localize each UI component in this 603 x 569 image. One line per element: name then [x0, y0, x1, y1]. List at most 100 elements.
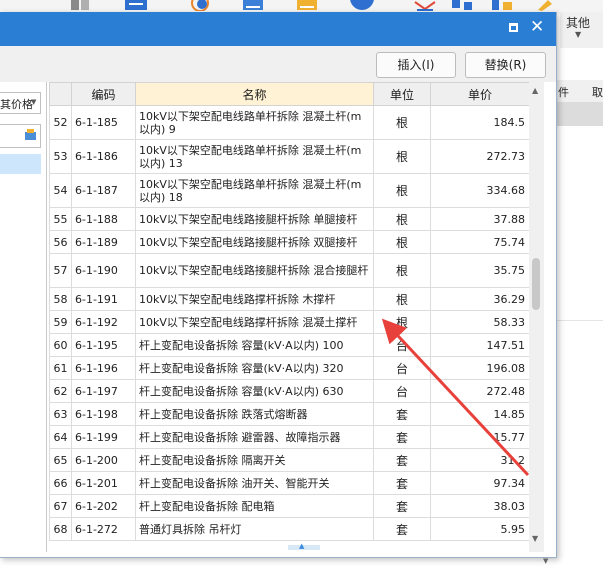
code-cell[interactable]: 6-1-201 — [71, 471, 136, 495]
close-icon[interactable]: ✕ — [530, 17, 544, 37]
unit-cell[interactable]: 套 — [373, 471, 431, 495]
code-cell[interactable]: 6-1-196 — [71, 356, 136, 380]
price-cell[interactable]: 35.75 — [430, 253, 530, 288]
toolbar-icon-6[interactable] — [348, 0, 376, 11]
row-index-cell[interactable]: 61 — [49, 356, 72, 380]
table-row[interactable]: 52 6-1-185 10kV以下架空配电线路单杆拆除 混凝土杆(m以内) 9 根 18… — [49, 105, 530, 140]
code-cell[interactable]: 6-1-197 — [71, 379, 136, 403]
toolbar-icon-9[interactable] — [490, 0, 516, 11]
price-cell[interactable]: 272.48 — [430, 379, 530, 403]
price-cell[interactable]: 36.29 — [430, 287, 530, 311]
unit-cell[interactable]: 根 — [373, 173, 431, 208]
dialog-titlebar[interactable]: ✕ — [0, 12, 556, 46]
code-cell[interactable]: 6-1-198 — [71, 402, 136, 426]
code-cell[interactable]: 6-1-200 — [71, 448, 136, 472]
unit-cell[interactable]: 台 — [373, 379, 431, 403]
name-cell[interactable]: 杆上变配电设备拆除 容量(kV·A以内) 320 — [135, 356, 374, 380]
scrollbar-thumb[interactable] — [532, 258, 540, 310]
name-cell[interactable]: 10kV以下架空配电线路接腿杆拆除 混合接腿杆 — [135, 253, 374, 288]
row-index-cell[interactable]: 66 — [49, 471, 72, 495]
code-cell[interactable]: 6-1-202 — [71, 494, 136, 518]
row-index-cell[interactable]: 63 — [49, 402, 72, 426]
insert-button[interactable]: 插入(I) — [376, 52, 456, 78]
name-cell[interactable]: 10kV以下架空配电线路单杆拆除 混凝土杆(m以内) 13 — [135, 139, 374, 174]
toolbar-icon-10[interactable] — [534, 0, 556, 11]
row-index-cell[interactable]: 52 — [49, 105, 72, 140]
name-cell[interactable]: 杆上变配电设备拆除 隔离开关 — [135, 448, 374, 472]
price-cell[interactable]: 334.68 — [430, 173, 530, 208]
unit-cell[interactable]: 套 — [373, 517, 431, 541]
unit-cell[interactable]: 台 — [373, 333, 431, 357]
tree-selected-node[interactable] — [0, 154, 41, 174]
price-cell[interactable]: 75.74 — [430, 230, 530, 254]
table-row[interactable]: 58 6-1-191 10kV以下架空配电线路撑杆拆除 木撑杆根 36.29 — [49, 287, 530, 311]
row-index-cell[interactable]: 67 — [49, 494, 72, 518]
toolbar-icon-3[interactable] — [188, 0, 212, 11]
price-cell[interactable]: 5.95 — [430, 517, 530, 541]
table-row[interactable]: 57 6-1-190 10kV以下架空配电线路接腿杆拆除 混合接腿杆根 35.75 — [49, 253, 530, 288]
name-cell[interactable]: 普通灯具拆除 吊杆灯 — [135, 517, 374, 541]
unit-cell[interactable]: 根 — [373, 139, 431, 174]
toolbar-icon-2[interactable] — [124, 0, 148, 11]
toolbar-icon-7[interactable] — [413, 0, 439, 11]
code-cell[interactable]: 6-1-189 — [71, 230, 136, 254]
maximize-icon[interactable] — [509, 23, 518, 32]
scroll-up-icon[interactable]: ▲ — [532, 86, 538, 95]
name-cell[interactable]: 杆上变配电设备拆除 容量(kV·A以内) 100 — [135, 333, 374, 357]
name-cell[interactable]: 杆上变配电设备拆除 跌落式熔断器 — [135, 402, 374, 426]
name-cell[interactable]: 杆上变配电设备拆除 容量(kV·A以内) 630 — [135, 379, 374, 403]
unit-cell[interactable]: 根 — [373, 105, 431, 140]
code-cell[interactable]: 6-1-187 — [71, 173, 136, 208]
table-row[interactable]: 55 6-1-188 10kV以下架空配电线路接腿杆拆除 单腿接杆根 37.88 — [49, 207, 530, 231]
column-header-code[interactable]: 编码 — [71, 82, 136, 106]
row-index-cell[interactable]: 68 — [49, 517, 72, 541]
price-cell[interactable]: 14.85 — [430, 402, 530, 426]
column-header-name[interactable]: 名称 — [135, 82, 374, 106]
price-cell[interactable]: 97.34 — [430, 471, 530, 495]
price-cell[interactable]: 147.51 — [430, 333, 530, 357]
splitter-handle[interactable]: ▲ — [288, 542, 320, 550]
name-cell[interactable]: 10kV以下架空配电线路接腿杆拆除 双腿接杆 — [135, 230, 374, 254]
row-index-cell[interactable]: 64 — [49, 425, 72, 449]
category-select[interactable]: 其价格 ▼ — [0, 92, 41, 114]
price-cell[interactable]: 15.77 — [430, 425, 530, 449]
unit-cell[interactable]: 根 — [373, 207, 431, 231]
unit-cell[interactable]: 套 — [373, 425, 431, 449]
price-cell[interactable]: 37.88 — [430, 207, 530, 231]
unit-cell[interactable]: 套 — [373, 494, 431, 518]
price-cell[interactable]: 38.03 — [430, 494, 530, 518]
row-index-cell[interactable]: 55 — [49, 207, 72, 231]
toolbar-icon-8[interactable] — [450, 0, 476, 11]
name-cell[interactable]: 10kV以下架空配电线路撑杆拆除 混凝土撑杆 — [135, 310, 374, 334]
table-row[interactable]: 63 6-1-198 杆上变配电设备拆除 跌落式熔断器套 14.85 — [49, 402, 530, 426]
row-index-cell[interactable]: 65 — [49, 448, 72, 472]
unit-cell[interactable]: 台 — [373, 356, 431, 380]
row-index-cell[interactable]: 62 — [49, 379, 72, 403]
row-index-cell[interactable]: 53 — [49, 139, 72, 174]
price-cell[interactable]: 196.08 — [430, 356, 530, 380]
name-cell[interactable]: 杆上变配电设备拆除 油开关、智能开关 — [135, 471, 374, 495]
name-cell[interactable]: 杆上变配电设备拆除 避雷器、故障指示器 — [135, 425, 374, 449]
name-cell[interactable]: 杆上变配电设备拆除 配电箱 — [135, 494, 374, 518]
unit-cell[interactable]: 根 — [373, 230, 431, 254]
row-index-cell[interactable]: 59 — [49, 310, 72, 334]
name-cell[interactable]: 10kV以下架空配电线路单杆拆除 混凝土杆(m以内) 9 — [135, 105, 374, 140]
code-cell[interactable]: 6-1-199 — [71, 425, 136, 449]
unit-cell[interactable]: 根 — [373, 310, 431, 334]
table-row[interactable]: 60 6-1-195 杆上变配电设备拆除 容量(kV·A以内) 100 台 147.51 — [49, 333, 530, 357]
table-row[interactable]: 65 6-1-200 杆上变配电设备拆除 隔离开关套 31.2 — [49, 448, 530, 472]
table-row[interactable]: 66 6-1-201 杆上变配电设备拆除 油开关、智能开关套 97.34 — [49, 471, 530, 495]
code-cell[interactable]: 6-1-195 — [71, 333, 136, 357]
toolbar-icon-4[interactable] — [242, 0, 266, 11]
price-cell[interactable]: 31.2 — [430, 448, 530, 472]
row-index-cell[interactable]: 56 — [49, 230, 72, 254]
table-row[interactable]: 62 6-1-197 杆上变配电设备拆除 容量(kV·A以内) 630 台 272.48 — [49, 379, 530, 403]
scroll-down-icon[interactable]: ▼ — [532, 534, 538, 543]
toolbar-icon-1[interactable] — [70, 0, 92, 11]
row-index-cell[interactable]: 54 — [49, 173, 72, 208]
code-cell[interactable]: 6-1-190 — [71, 253, 136, 288]
price-cell[interactable]: 184.5 — [430, 105, 530, 140]
row-index-cell[interactable]: 60 — [49, 333, 72, 357]
row-index-cell[interactable]: 57 — [49, 253, 72, 288]
table-row[interactable]: 54 6-1-187 10kV以下架空配电线路单杆拆除 混凝土杆(m以内) 18 根 3… — [49, 173, 530, 208]
